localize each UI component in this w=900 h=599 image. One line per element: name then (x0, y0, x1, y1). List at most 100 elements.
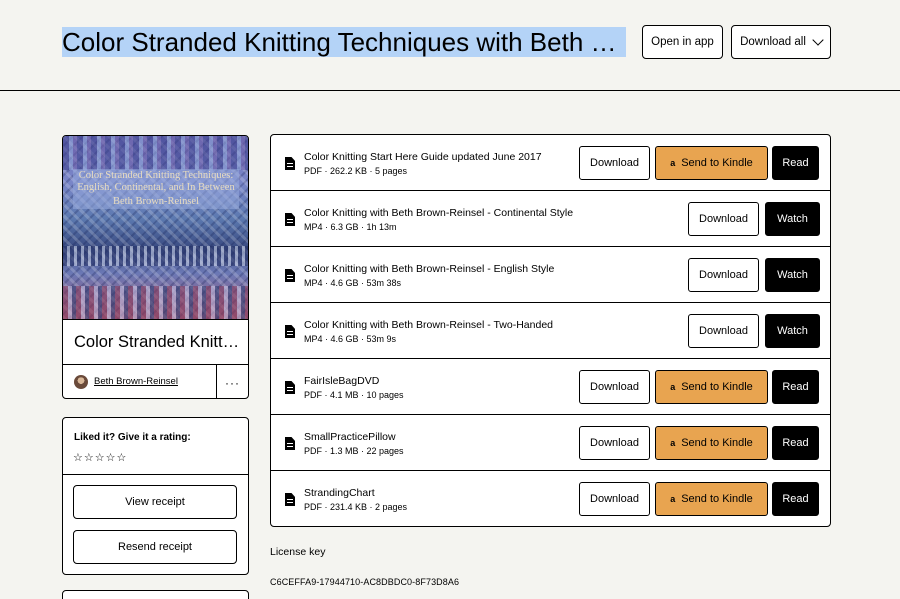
send-to-kindle-button[interactable]: a Send to Kindle (655, 146, 768, 180)
download-all-label: Download all (740, 36, 806, 48)
more-options-button[interactable]: ··· (216, 365, 248, 398)
creator-row: Beth Brown-Reinsel ··· (63, 364, 248, 398)
amazon-icon: a (670, 158, 676, 168)
page-header: Color Stranded Knitting Techniques with … (0, 0, 900, 91)
watch-button[interactable]: Watch (765, 258, 820, 292)
watch-label: Watch (777, 213, 808, 225)
send-to-kindle-label: Send to Kindle (681, 157, 753, 169)
download-label: Download (590, 157, 639, 169)
open-in-app-button[interactable]: Open in app (642, 25, 723, 59)
read-label: Read (782, 493, 809, 505)
document-icon (285, 325, 295, 338)
watch-label: Watch (777, 325, 808, 337)
file-name: SmallPracticePillow (304, 431, 396, 443)
amazon-icon: a (670, 382, 676, 392)
avatar (74, 375, 88, 389)
send-to-kindle-button[interactable]: a Send to Kindle (655, 482, 768, 516)
next-card (62, 590, 249, 599)
file-meta: PDF · 1.3 MB · 22 pages (304, 446, 404, 456)
product-cover-image[interactable]: Color Stranded Knitting Techniques: Engl… (63, 136, 248, 320)
read-button[interactable]: Read (772, 482, 819, 516)
download-button[interactable]: Download (579, 426, 650, 460)
file-name: FairIsleBagDVD (304, 375, 380, 387)
product-name: Color Stranded Knitting Techniques with … (74, 333, 240, 351)
cover-pattern-band (63, 286, 248, 319)
file-row: Color Knitting Start Here Guide updated … (271, 135, 830, 191)
more-icon: ··· (225, 375, 240, 390)
send-to-kindle-label: Send to Kindle (681, 437, 753, 449)
read-button[interactable]: Read (772, 146, 819, 180)
file-name: Color Knitting with Beth Brown-Reinsel -… (304, 263, 555, 275)
send-to-kindle-label: Send to Kindle (681, 493, 753, 505)
watch-button[interactable]: Watch (765, 314, 820, 348)
download-label: Download (699, 269, 748, 281)
license-key-value[interactable]: C6CEFFA9-17944710-AC8DBDC0-8F73D8A6 (270, 577, 459, 587)
file-row: Color Knitting with Beth Brown-Reinsel -… (271, 303, 830, 359)
download-all-button[interactable]: Download all (731, 25, 831, 59)
file-name: StrandingChart (304, 487, 375, 499)
send-to-kindle-button[interactable]: a Send to Kindle (655, 370, 768, 404)
download-button[interactable]: Download (579, 146, 650, 180)
file-list: Color Knitting Start Here Guide updated … (270, 134, 831, 527)
download-label: Download (590, 493, 639, 505)
file-meta: PDF · 231.4 KB · 2 pages (304, 502, 408, 512)
amazon-icon: a (670, 438, 676, 448)
view-receipt-button[interactable]: View receipt (73, 485, 237, 519)
read-label: Read (782, 437, 809, 449)
download-button[interactable]: Download (579, 482, 650, 516)
file-name: Color Knitting with Beth Brown-Reinsel -… (304, 319, 554, 331)
resend-receipt-button[interactable]: Resend receipt (73, 530, 237, 564)
document-icon (285, 493, 295, 506)
star-rating-input[interactable]: ☆☆☆☆☆ (73, 451, 127, 464)
rating-card: Liked it? Give it a rating: ☆☆☆☆☆ View r… (62, 417, 249, 575)
download-label: Download (699, 325, 748, 337)
view-receipt-label: View receipt (125, 496, 185, 508)
file-meta: PDF · 262.2 KB · 5 pages (304, 166, 408, 176)
creator-link[interactable]: Beth Brown-Reinsel (94, 376, 178, 387)
file-meta: MP4 · 4.6 GB · 53m 9s (304, 334, 397, 344)
document-icon (285, 269, 295, 282)
read-label: Read (782, 157, 809, 169)
product-card: Color Stranded Knitting Techniques: Engl… (62, 135, 249, 399)
file-meta: PDF · 4.1 MB · 10 pages (304, 390, 404, 400)
divider (63, 474, 248, 475)
chevron-down-icon (812, 34, 824, 46)
document-icon (285, 157, 295, 170)
read-label: Read (782, 381, 809, 393)
download-button[interactable]: Download (579, 370, 650, 404)
download-button[interactable]: Download (688, 314, 759, 348)
open-in-app-label: Open in app (651, 36, 714, 48)
rating-title: Liked it? Give it a rating: (74, 432, 191, 443)
download-label: Download (590, 381, 639, 393)
read-button[interactable]: Read (772, 426, 819, 460)
file-row: Color Knitting with Beth Brown-Reinsel -… (271, 247, 830, 303)
file-name: Color Knitting with Beth Brown-Reinsel -… (304, 207, 574, 219)
cover-author-text: Beth Brown-Reinsel (112, 196, 200, 207)
resend-receipt-label: Resend receipt (118, 541, 192, 553)
file-row: StrandingChart PDF · 231.4 KB · 2 pages … (271, 471, 830, 526)
download-button[interactable]: Download (688, 202, 759, 236)
file-row: Color Knitting with Beth Brown-Reinsel -… (271, 191, 830, 247)
document-icon (285, 437, 295, 450)
file-name: Color Knitting Start Here Guide updated … (304, 151, 542, 163)
file-meta: MP4 · 6.3 GB · 1h 13m (304, 222, 397, 232)
license-key-label: License key (270, 546, 326, 558)
watch-label: Watch (777, 269, 808, 281)
page-title-text: Color Stranded Knitting Techniques with … (62, 27, 626, 57)
file-row: FairIsleBagDVD PDF · 4.1 MB · 10 pages D… (271, 359, 830, 415)
document-icon (285, 213, 295, 226)
amazon-icon: a (670, 494, 676, 504)
file-row: SmallPracticePillow PDF · 1.3 MB · 22 pa… (271, 415, 830, 471)
cover-pattern-band (63, 246, 248, 266)
send-to-kindle-button[interactable]: a Send to Kindle (655, 426, 768, 460)
download-label: Download (590, 437, 639, 449)
watch-button[interactable]: Watch (765, 202, 820, 236)
download-label: Download (699, 213, 748, 225)
document-icon (285, 381, 295, 394)
cover-pattern-band (63, 136, 248, 170)
download-button[interactable]: Download (688, 258, 759, 292)
send-to-kindle-label: Send to Kindle (681, 381, 753, 393)
file-meta: MP4 · 4.6 GB · 53m 38s (304, 278, 402, 288)
page-title: Color Stranded Knitting Techniques with … (62, 24, 626, 61)
read-button[interactable]: Read (772, 370, 819, 404)
